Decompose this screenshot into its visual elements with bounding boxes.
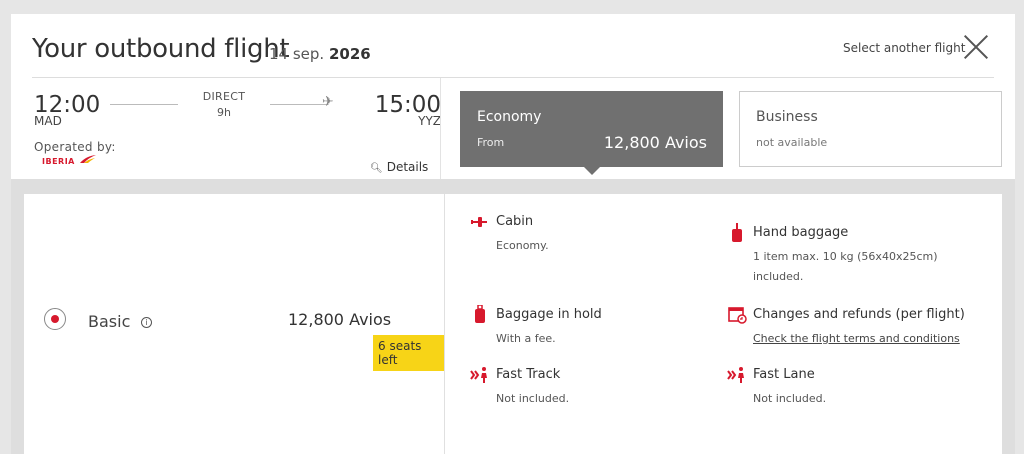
economy-selected-pointer [584, 167, 600, 175]
feature-desc: 1 item max. 10 kg (56x40x25cm) included. [753, 247, 938, 287]
arrival-code: YYZ [418, 114, 441, 128]
feature-desc: Economy. [496, 239, 549, 252]
fare-panel: Basic i 12,800 Avios 6 seats left Cabin … [24, 194, 1002, 454]
fare-divider [444, 194, 445, 454]
stops-label: DIRECT [202, 90, 246, 103]
hand-baggage-icon [732, 223, 742, 242]
feature-desc: Not included. [496, 392, 570, 405]
iberia-logo-text: IBERIA [42, 157, 75, 166]
departure-code: MAD [34, 114, 62, 128]
flight-date-day: 14 sep. [269, 45, 325, 63]
route-line-left [110, 104, 178, 105]
seats-left-badge: 6 seats left [373, 335, 444, 371]
iberia-swoosh-icon [80, 155, 96, 163]
iberia-logo: IBERIA [42, 152, 112, 172]
fare-radio-selected[interactable] [44, 308, 66, 330]
feature-desc: Not included. [753, 392, 827, 405]
business-cabin-card[interactable]: Business not available [739, 91, 1002, 167]
economy-cabin-card[interactable]: Economy From 12,800 Avios [460, 91, 723, 167]
economy-price: 12,800 Avios [603, 133, 707, 152]
feature-title: Hand baggage [753, 225, 849, 240]
feature-desc-line: 1 item max. 10 kg (56x40x25cm) [753, 250, 938, 263]
details-label: Details [386, 160, 429, 174]
flight-terms-link[interactable]: Check the flight terms and conditions [753, 329, 960, 349]
header: Your outbound flight 14 sep. 2026 Select… [11, 14, 1015, 78]
flight-date: 14 sep. 2026 [269, 45, 371, 63]
feature-desc: With a fee. [496, 332, 556, 345]
search-icon: 🔍︎ [370, 163, 383, 174]
flight-card: Your outbound flight 14 sep. 2026 Select… [11, 14, 1015, 454]
cabin-icon [471, 217, 487, 227]
info-icon[interactable]: i [141, 317, 152, 328]
close-icon[interactable] [963, 34, 989, 60]
fare-option-basic[interactable]: Basic i 12,800 Avios 6 seats left [24, 194, 444, 454]
route-line-right [270, 104, 328, 105]
select-another-flight-link[interactable]: Select another flight [843, 41, 965, 55]
economy-from-label: From [477, 136, 505, 149]
fast-track-icon [470, 367, 487, 383]
details-button[interactable]: 🔍︎ Details [370, 160, 428, 174]
fast-lane-icon [727, 367, 744, 383]
business-name: Business [756, 109, 818, 125]
flight-date-year: 2026 [328, 45, 371, 63]
duration-label: 9h [217, 106, 231, 119]
feature-title: Cabin [496, 214, 534, 229]
calendar-icon [728, 307, 747, 324]
economy-name: Economy [477, 109, 542, 125]
summary-divider [440, 78, 441, 179]
feature-title: Fast Track [496, 367, 561, 382]
fare-price: 12,800 Avios [288, 310, 392, 329]
flight-summary: 12:00 MAD DIRECT 9h ✈ 15:00 YYZ Operated… [32, 78, 441, 179]
feature-desc-line: included. [753, 270, 804, 283]
page-title: Your outbound flight [32, 34, 290, 64]
plane-icon: ✈ [322, 94, 334, 110]
fare-name: Basic [88, 312, 131, 331]
feature-title: Changes and refunds (per flight) [753, 307, 965, 322]
business-status: not available [756, 136, 828, 149]
feature-title: Fast Lane [753, 367, 815, 382]
feature-title: Baggage in hold [496, 307, 602, 322]
baggage-hold-icon [475, 305, 485, 323]
